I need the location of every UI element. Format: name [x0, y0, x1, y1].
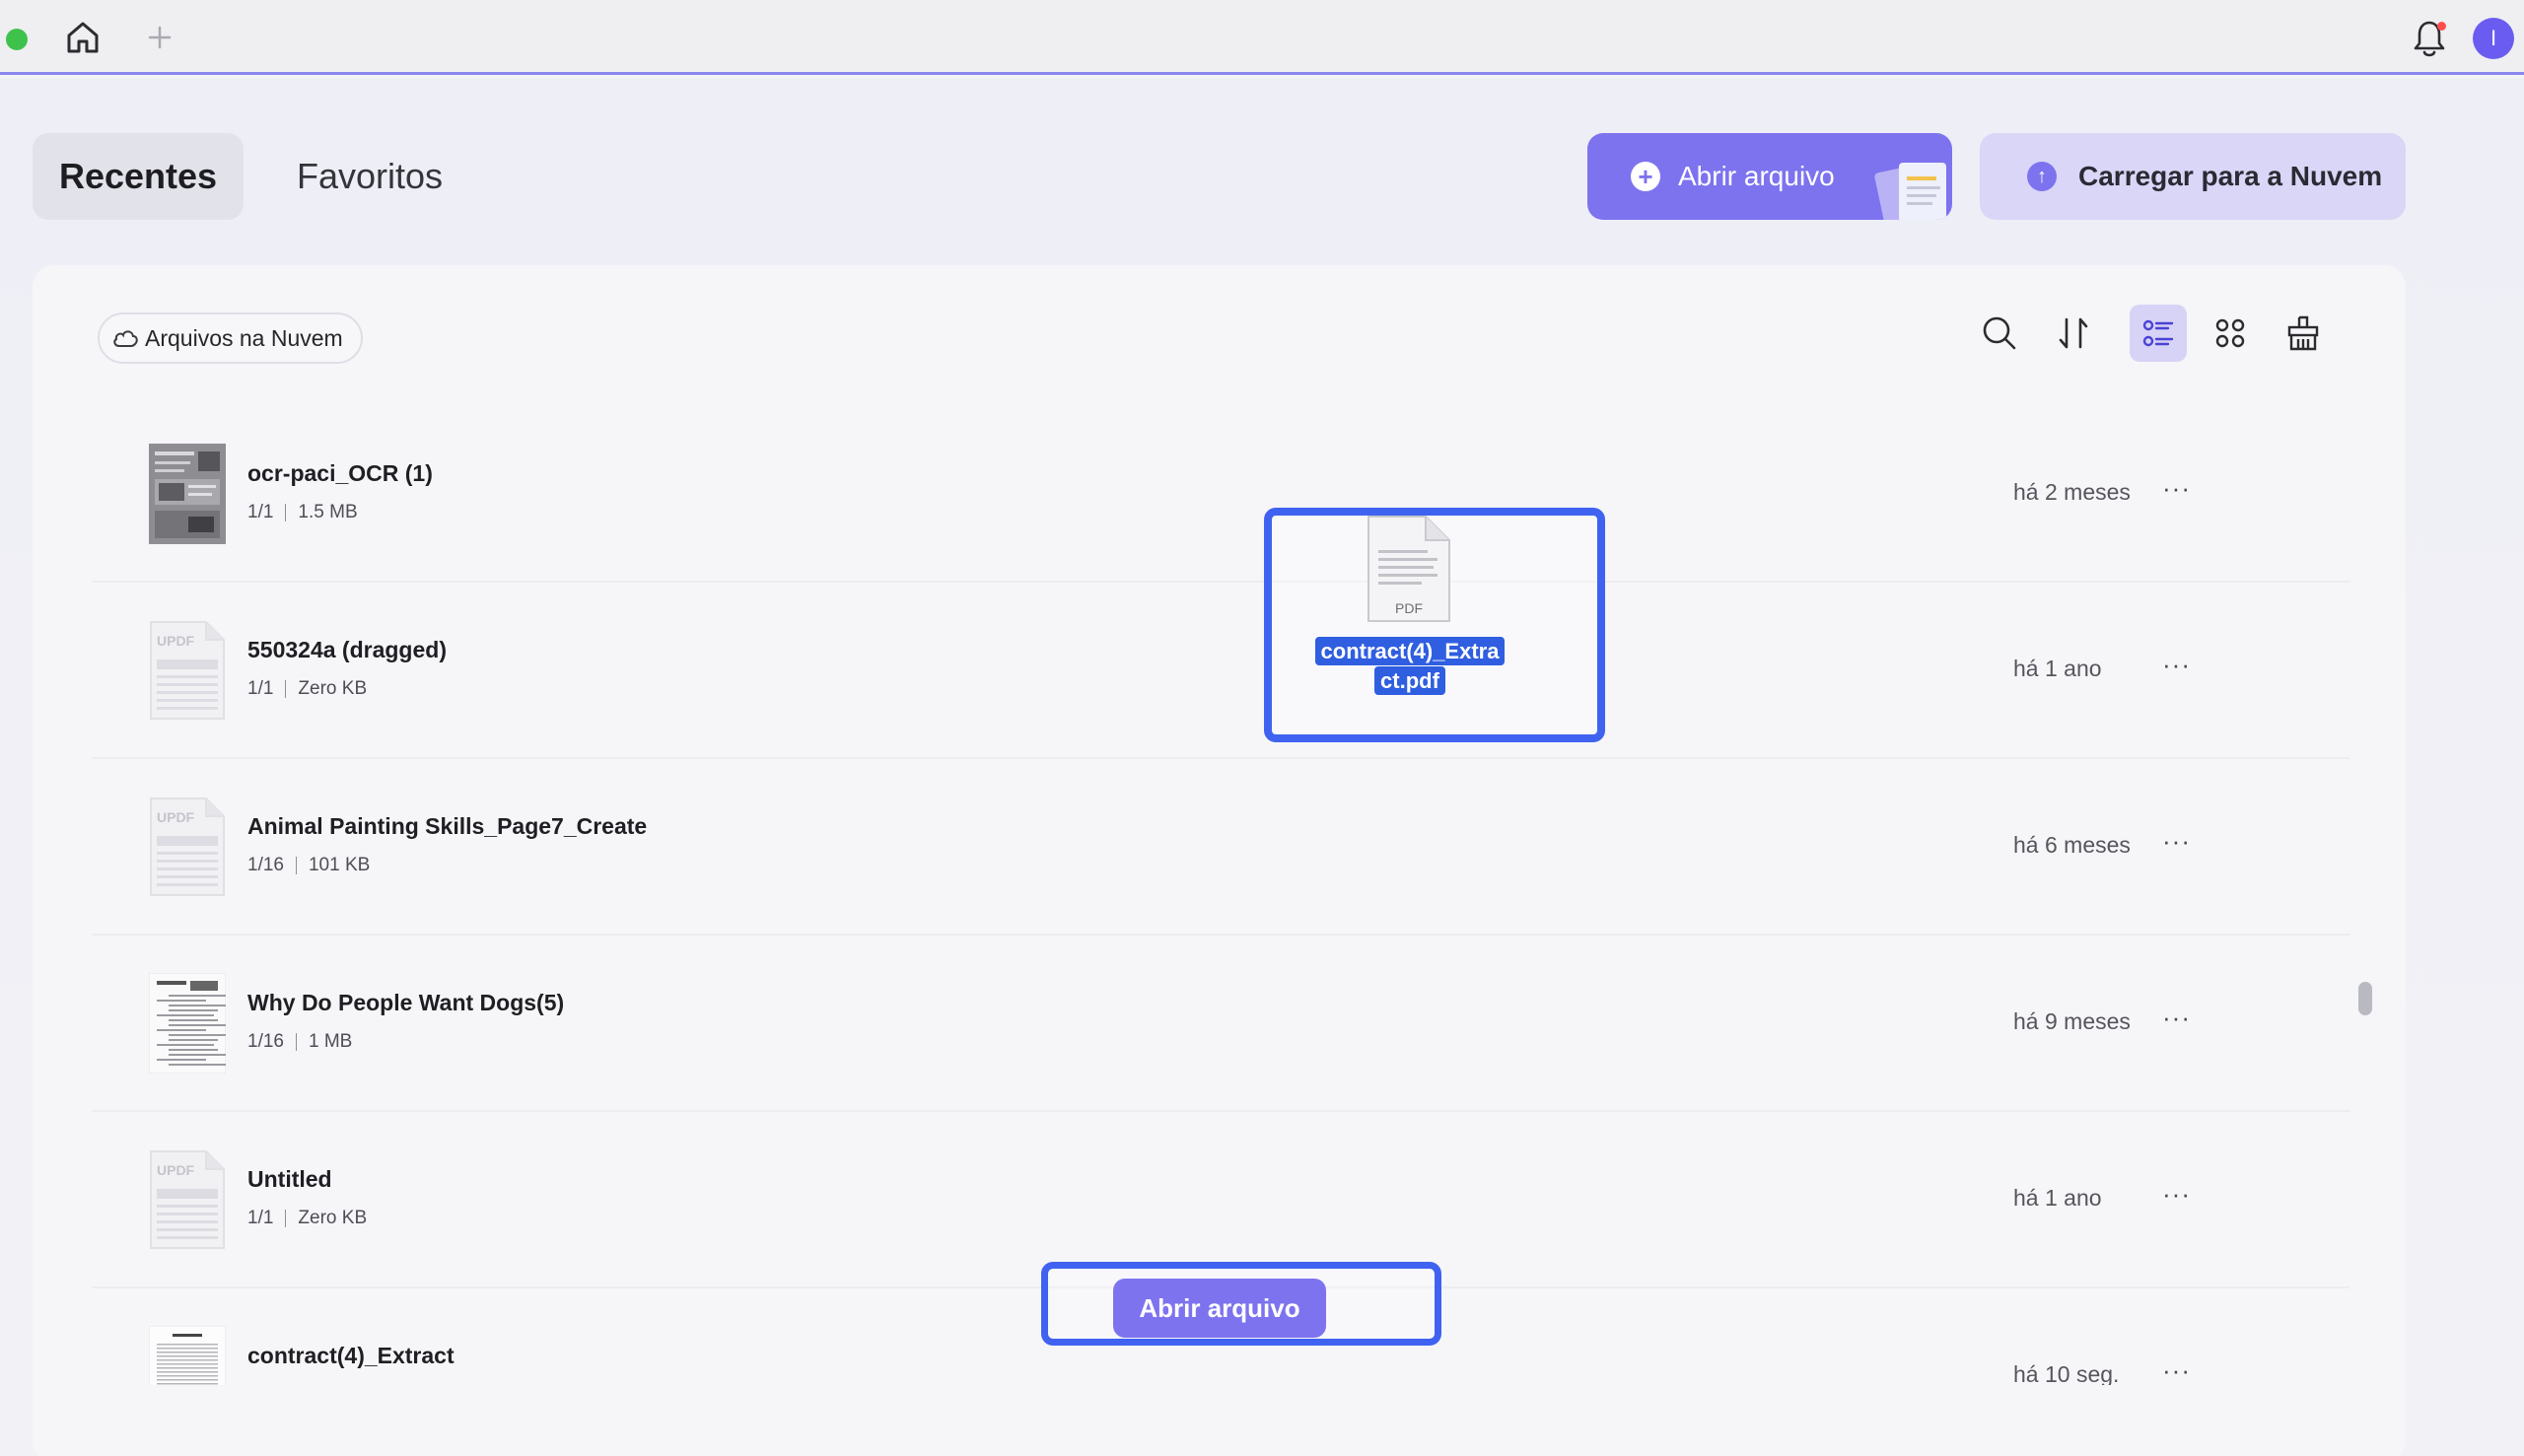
file-pages: 1/1	[247, 1208, 274, 1228]
file-size: 1 MB	[308, 1031, 353, 1052]
list-view-icon[interactable]	[2130, 305, 2187, 362]
file-name: contract(4)_Extract	[247, 1343, 455, 1368]
dragged-file-name-line1: contract(4)_Extra	[1314, 637, 1506, 665]
file-thumbnail: UPDF	[149, 797, 226, 897]
file-size: Zero KB	[298, 678, 368, 699]
meta-divider	[285, 504, 287, 521]
sort-icon[interactable]	[2045, 305, 2102, 362]
meta-divider	[285, 1210, 287, 1227]
file-pages: 1/16	[247, 1031, 284, 1052]
more-options-icon[interactable]: ···	[2162, 826, 2191, 857]
file-meta: 1/16 101 KB	[247, 855, 370, 876]
user-avatar[interactable]: I	[2473, 18, 2514, 59]
file-meta: 1/1 1.5 MB	[247, 502, 358, 523]
search-icon[interactable]	[1971, 305, 2028, 362]
file-pages: 1/16	[247, 855, 284, 875]
file-pages: 1/1	[247, 678, 274, 699]
more-options-icon[interactable]: ···	[2162, 1179, 2191, 1210]
upload-to-cloud-button[interactable]: ↑ Carregar para a Nuvem	[1980, 133, 2406, 220]
file-date: há 1 ano	[2013, 656, 2102, 681]
file-thumbnail	[148, 972, 227, 1075]
file-size: Zero KB	[298, 1208, 368, 1228]
scrollbar-thumb[interactable]	[2358, 982, 2372, 1015]
file-size: 1.5 MB	[298, 502, 358, 522]
cloud-files-filter[interactable]: Arquivos na Nuvem	[98, 312, 363, 364]
file-list-scrollbar[interactable]	[2353, 406, 2371, 1385]
upload-arrow-icon: ↑	[2027, 162, 2057, 191]
dragged-file-name-line2: ct.pdf	[1374, 666, 1445, 695]
notification-bell-icon[interactable]	[2410, 18, 2449, 59]
meta-divider	[295, 857, 297, 874]
pdf-file-icon: PDF	[1367, 516, 1450, 622]
file-pages: 1/1	[247, 502, 274, 522]
svg-text:UPDF: UPDF	[157, 633, 195, 649]
file-date: há 6 meses	[2013, 832, 2131, 858]
file-row[interactable]: UPDF Animal Painting Skills_Page7_Create 1…	[92, 759, 2349, 936]
grid-view-icon[interactable]	[2202, 305, 2259, 362]
file-meta: 1/1 178 KB	[247, 1384, 360, 1385]
file-thumbnail: UPDF	[149, 620, 226, 721]
file-size: 101 KB	[308, 855, 371, 875]
cloud-files-label: Arquivos na Nuvem	[145, 324, 343, 351]
upload-to-cloud-label: Carregar para a Nuvem	[2078, 161, 2383, 191]
file-meta: 1/16 1 MB	[247, 1031, 352, 1053]
cloud-icon	[113, 330, 138, 347]
home-view: Recentes Favoritos + Abrir arquivo ↑ Car…	[0, 78, 2524, 1456]
new-tab-icon[interactable]	[142, 20, 177, 55]
notification-badge	[2437, 22, 2446, 31]
file-date: há 1 ano	[2013, 1185, 2102, 1211]
file-row[interactable]: ocr-paci_OCR (1) 1/1 1.5 MB há 2 meses ···	[92, 406, 2349, 583]
file-name: 550324a (dragged)	[247, 637, 447, 662]
file-meta: 1/1 Zero KB	[247, 678, 367, 700]
file-name: ocr-paci_OCR (1)	[247, 460, 433, 486]
documents-illustration-icon	[1874, 163, 1946, 220]
tab-recent[interactable]: Recentes	[33, 133, 244, 220]
clear-icon[interactable]	[2275, 305, 2332, 362]
tab-favorites[interactable]: Favoritos	[264, 133, 475, 220]
open-file-button[interactable]: + Abrir arquivo	[1587, 133, 1952, 220]
window-control-dot[interactable]	[6, 29, 28, 50]
file-date: há 10 seg.	[2013, 1361, 2120, 1385]
home-icon[interactable]	[63, 18, 103, 57]
meta-divider	[285, 680, 287, 698]
file-row[interactable]: Why Do People Want Dogs(5) 1/16 1 MB há 9 m…	[92, 936, 2349, 1112]
file-thumbnail	[148, 1325, 227, 1385]
file-size: 178 KB	[298, 1384, 359, 1385]
more-options-icon[interactable]: ···	[2162, 473, 2191, 504]
dragged-file-name: contract(4)_Extra ct.pdf	[1304, 637, 1515, 696]
file-name: Why Do People Want Dogs(5)	[247, 990, 565, 1015]
file-meta: 1/1 Zero KB	[247, 1208, 367, 1229]
plus-circle-icon: +	[1631, 162, 1660, 191]
svg-text:UPDF: UPDF	[157, 1162, 195, 1178]
file-name: Untitled	[247, 1166, 332, 1192]
file-name: Animal Painting Skills_Page7_Create	[247, 813, 648, 839]
file-thumbnail: UPDF	[149, 1149, 226, 1250]
pdf-file-tag: PDF	[1395, 600, 1423, 616]
file-thumbnail	[149, 444, 226, 544]
svg-text:UPDF: UPDF	[157, 809, 195, 825]
more-options-icon[interactable]: ···	[2162, 650, 2191, 680]
file-list: ocr-paci_OCR (1) 1/1 1.5 MB há 2 meses ··· UP…	[92, 406, 2349, 1385]
file-pages: 1/1	[247, 1384, 273, 1385]
file-date: há 2 meses	[2013, 479, 2131, 505]
drop-open-file-button[interactable]: Abrir arquivo	[1113, 1279, 1326, 1338]
more-options-icon[interactable]: ···	[2162, 1355, 2191, 1385]
meta-divider	[295, 1033, 297, 1051]
file-date: há 9 meses	[2013, 1008, 2131, 1034]
title-bar: I	[0, 0, 2524, 75]
more-options-icon[interactable]: ···	[2162, 1003, 2191, 1033]
open-file-label: Abrir arquivo	[1678, 161, 1835, 191]
file-row[interactable]: UPDF 550324a (dragged) 1/1 Zero KB há 1 ano ·…	[92, 583, 2349, 759]
